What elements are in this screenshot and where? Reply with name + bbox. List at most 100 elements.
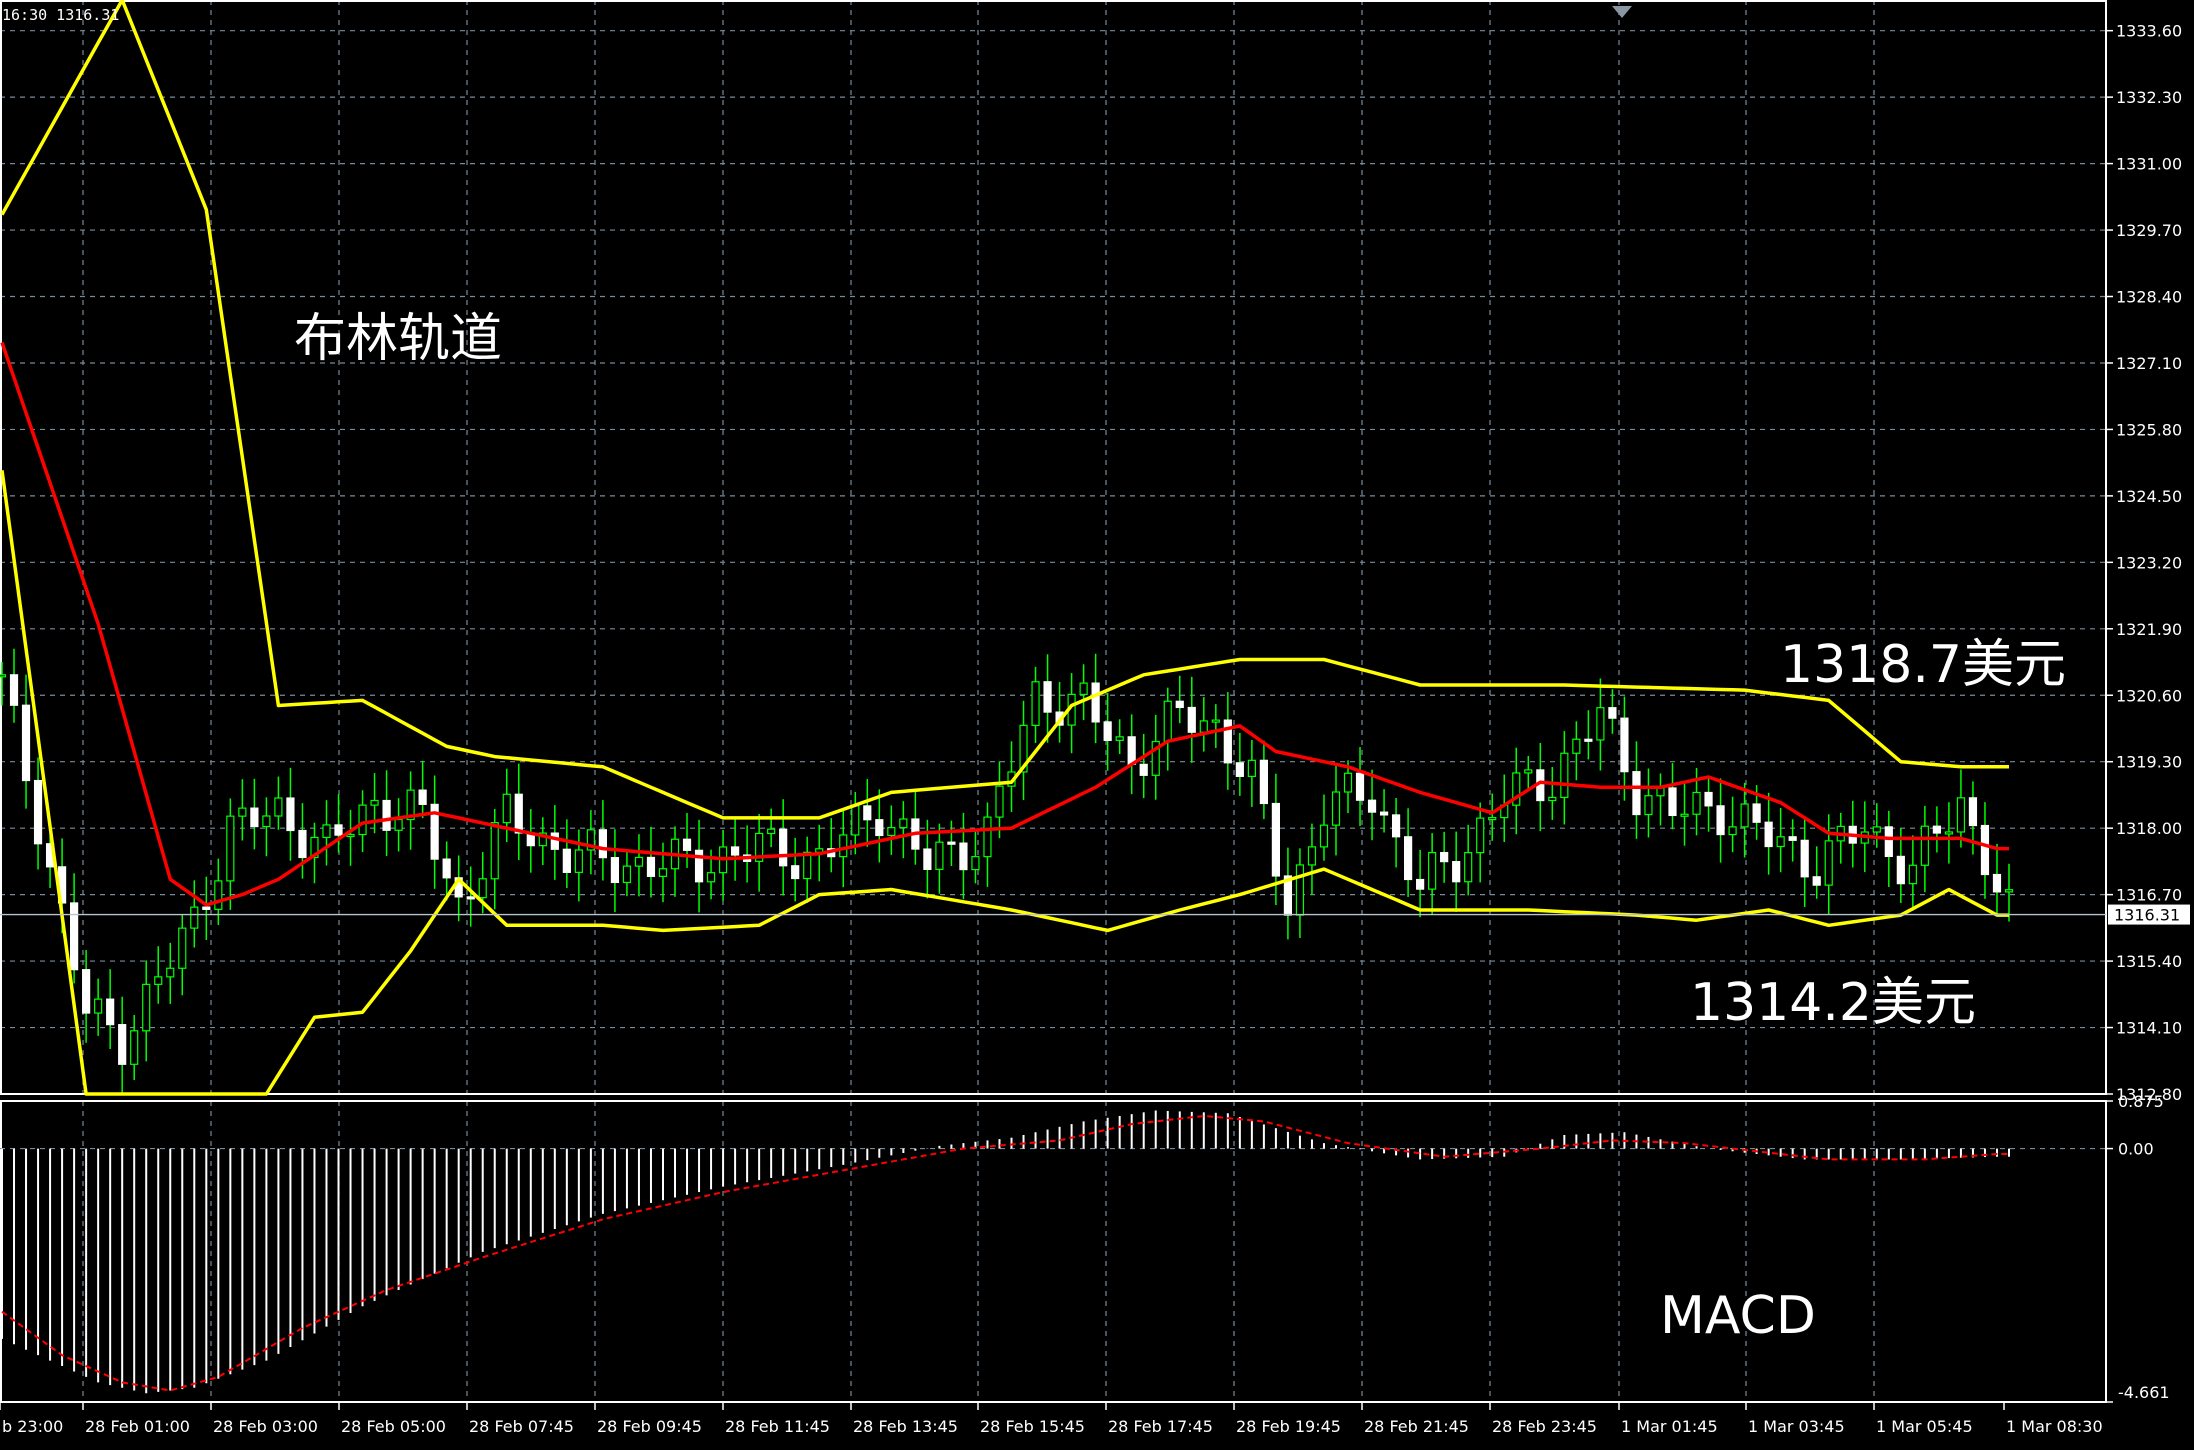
candle-body [274, 797, 283, 817]
candle-body [767, 828, 776, 835]
candle-body [21, 704, 31, 782]
x-tick-label: 28 Feb 21:45 [1364, 1417, 1469, 1436]
candle-body [1956, 797, 1966, 833]
y-tick-label: 1316.70 [2116, 886, 2182, 905]
candle-body [9, 674, 19, 706]
candle-body [382, 799, 391, 831]
chart-shift-marker[interactable] [1612, 6, 1632, 18]
candle-body [418, 789, 427, 805]
candle-body [1103, 721, 1112, 741]
candle-body [646, 856, 656, 877]
candle-body [502, 793, 511, 824]
candle-body [1379, 811, 1389, 816]
candle-body [1980, 824, 1990, 876]
x-tick-label: b 23:00 [2, 1417, 63, 1436]
macd-y-tick-label: 0.00 [2118, 1140, 2154, 1159]
candle-body [490, 822, 499, 880]
candle-body [298, 829, 307, 859]
candle-body [94, 998, 103, 1014]
candle-body [706, 872, 716, 883]
candle-body [899, 818, 908, 829]
candle-body [1211, 719, 1220, 723]
x-tick-label: 28 Feb 07:45 [469, 1417, 574, 1436]
candle-body [1740, 803, 1749, 828]
y-tick-label: 1324.50 [2116, 487, 2182, 506]
candle-body [1968, 797, 1978, 827]
candle-body [1548, 796, 1557, 802]
candle-body [226, 815, 235, 882]
candle-body [130, 1030, 139, 1065]
candle-body [190, 906, 199, 929]
candle-body [658, 868, 668, 877]
candle-body [1127, 736, 1136, 765]
candle-body [1199, 720, 1208, 733]
bollinger-label: 布林轨道 [294, 309, 503, 369]
macd-panel-frame [0, 1100, 2107, 1403]
candle-body [0, 674, 7, 678]
chart-window[interactable]: 1316.31 1333.60 1332.30 1331.00 1329.70 1328… [0, 0, 2194, 1450]
y-tick-label: 1327.10 [2116, 354, 2182, 373]
x-tick-label: 28 Feb 01:00 [85, 1417, 190, 1436]
candle-body [1776, 836, 1785, 848]
candle-body [1428, 851, 1437, 890]
candle-body [1752, 803, 1761, 823]
candle-body [959, 842, 968, 871]
candle-body [1259, 759, 1268, 805]
candle-body [1704, 791, 1713, 807]
candle-body [610, 857, 620, 884]
x-tick-label: 28 Feb 05:00 [341, 1417, 446, 1436]
candle-body [1668, 787, 1677, 817]
candle-body [1872, 826, 1881, 833]
candle-body [1992, 873, 2002, 893]
y-tick-label: 1314.10 [2116, 1019, 2182, 1038]
candle-body [923, 848, 932, 870]
candle-body [791, 865, 800, 880]
candle-body [550, 832, 559, 850]
candle-body [346, 833, 355, 838]
candle-body [935, 841, 944, 870]
x-tick-label: 1 Mar 01:45 [1621, 1417, 1718, 1436]
candle-body [514, 793, 523, 834]
candle-body [851, 805, 860, 836]
candle-body [178, 927, 187, 969]
candle-body [394, 818, 403, 831]
candle-body [1331, 791, 1341, 826]
candle-body [1572, 738, 1581, 754]
candle-body [1716, 805, 1725, 836]
candle-body [1620, 717, 1629, 773]
candle-body [574, 849, 583, 873]
candle-body [1680, 813, 1689, 817]
candle-body [1452, 861, 1461, 883]
grid [0, 0, 2106, 1402]
candle-body [1043, 681, 1052, 713]
candle-body [1139, 763, 1148, 776]
candle-body [1908, 864, 1917, 885]
y-tick-label: 1329.70 [2116, 221, 2182, 240]
candle-body [887, 827, 896, 837]
candle-body [1163, 700, 1172, 743]
candle-body [1476, 817, 1485, 854]
lower-band-label: 1314.2美元 [1690, 973, 1976, 1033]
candle-body [1271, 802, 1281, 877]
y-tick-label: 1333.60 [2116, 22, 2182, 41]
price-chart[interactable]: 1316.31 1333.60 1332.30 1331.00 1329.70 1328… [0, 0, 2194, 1450]
candle-body [358, 804, 367, 836]
candle-body [1175, 700, 1184, 709]
candle-body [1187, 706, 1196, 733]
candle-body [622, 865, 632, 884]
candle-body [1884, 826, 1893, 858]
candle-body [1091, 682, 1100, 723]
x-tick-label: 1 Mar 08:30 [2006, 1417, 2103, 1436]
candle-body [1247, 759, 1256, 777]
candle-body [33, 779, 43, 845]
candle-body [1079, 682, 1088, 695]
candle-body [442, 858, 451, 879]
candle-body [971, 856, 980, 871]
candle-body [1355, 772, 1365, 801]
candle-body [1319, 824, 1329, 848]
candle-body [1560, 752, 1569, 799]
candle-body [947, 841, 956, 845]
x-tick-label: 28 Feb 09:45 [597, 1417, 702, 1436]
candle-body [202, 906, 211, 910]
candle-body [1644, 795, 1653, 816]
